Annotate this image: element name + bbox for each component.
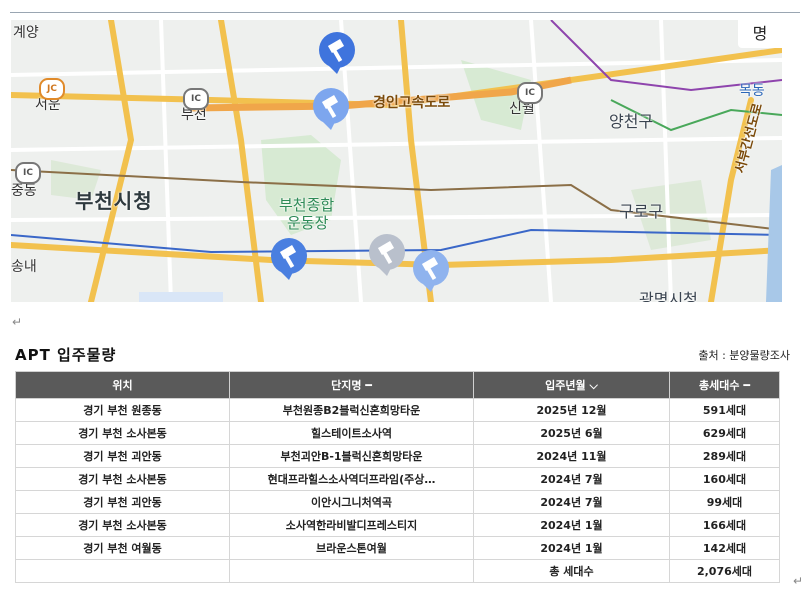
table-total-row: 총 세대수 2,076세대 <box>15 559 780 583</box>
map-label-yangcheon: 양천구 <box>609 112 654 131</box>
map-pin-gavel-icon[interactable] <box>267 236 311 280</box>
top-divider <box>10 12 800 13</box>
cell-complex[interactable]: 이안시그니처역곡 <box>229 490 474 514</box>
cell-location: 경기 부천 괴안동 <box>15 444 230 468</box>
cell-date: 2024년 1월 <box>473 536 670 560</box>
ic-badge-jungdong: IC <box>15 162 41 184</box>
cell-households: 142세대 <box>669 536 780 560</box>
total-label: 총 세대수 <box>473 559 670 583</box>
map-label-songnae: 송내 <box>11 259 37 275</box>
cell-date: 2024년 1월 <box>473 513 670 537</box>
map-label-guro: 구로구 <box>619 202 664 221</box>
cell-households: 160세대 <box>669 467 780 491</box>
table-row: 경기 부천 괴안동 부천괴안B-1블럭신혼희망타운 2024년 11월 289세… <box>15 444 780 468</box>
paragraph-return-mark: ↵ <box>793 574 802 588</box>
cell-complex[interactable]: 현대프라힐스소사역더프라임(주상… <box>229 467 474 491</box>
cell-households: 99세대 <box>669 490 780 514</box>
table-row: 경기 부천 소사본동 힐스테이트소사역 2025년 6월 629세대 <box>15 421 780 445</box>
map-label-gyeyang: 계양 <box>13 25 39 41</box>
column-header-complex[interactable]: 단지명 ━ <box>229 371 474 399</box>
map-pin-gavel-icon[interactable] <box>315 30 359 74</box>
cell-households: 591세대 <box>669 398 780 422</box>
column-header-move-in-date[interactable]: 입주년월 ⌵ <box>473 371 670 399</box>
ic-badge-bucheon: IC <box>183 88 209 110</box>
cell-location: 경기 부천 소사본동 <box>15 421 230 445</box>
cell-complex[interactable]: 부천원종B2블럭신혼희망타운 <box>229 398 474 422</box>
table-row: 경기 부천 원종동 부천원종B2블럭신혼희망타운 2025년 12월 591세대 <box>15 398 780 422</box>
cell-date: 2024년 11월 <box>473 444 670 468</box>
cell-location: 경기 부천 여월동 <box>15 536 230 560</box>
table-row: 경기 부천 소사본동 현대프라힐스소사역더프라임(주상… 2024년 7월 16… <box>15 467 780 491</box>
map-pin-gavel-icon[interactable] <box>409 248 453 292</box>
map-pin-gavel-icon[interactable] <box>309 86 353 130</box>
map-view[interactable]: 계양 서운 부천 경인고속도로 신월 양천구 목동 중동 부천시청 부천종합 운… <box>11 20 782 302</box>
cell-date: 2024년 7월 <box>473 467 670 491</box>
table-row: 경기 부천 괴안동 이안시그니처역곡 2024년 7월 99세대 <box>15 490 780 514</box>
map-label-gwangmyeong: 광명시청 <box>639 290 698 302</box>
cell-location: 경기 부천 소사본동 <box>15 467 230 491</box>
column-header-households[interactable]: 총세대수 ━ <box>669 371 780 399</box>
cell-complex[interactable]: 부천괴안B-1블럭신혼희망타운 <box>229 444 474 468</box>
column-header-location[interactable]: 위치 <box>15 371 230 399</box>
cell-location: 경기 부천 괴안동 <box>15 490 230 514</box>
map-label-stadium-2: 운동장 <box>287 214 329 232</box>
map-pin-gavel-icon[interactable] <box>365 232 409 276</box>
map-label-mokdong: 목동 <box>739 83 765 99</box>
cell-complex[interactable]: 소사역한라비발디프레스티지 <box>229 513 474 537</box>
map-label-gyeongin-expressway: 경인고속도로 <box>373 95 451 111</box>
cell-households: 289세대 <box>669 444 780 468</box>
map-corner-label: 명 <box>738 20 782 48</box>
cell-date: 2024년 7월 <box>473 490 670 514</box>
table-row: 경기 부천 여월동 브라운스톤여월 2024년 1월 142세대 <box>15 536 780 560</box>
cell-households: 629세대 <box>669 421 780 445</box>
table-header-row: 위치 단지명 ━ 입주년월 ⌵ 총세대수 ━ <box>15 371 780 399</box>
section-title: APT 입주물량 <box>15 346 117 364</box>
total-households: 2,076세대 <box>669 559 780 583</box>
table-row: 경기 부천 소사본동 소사역한라비발디프레스티지 2024년 1월 166세대 <box>15 513 780 537</box>
cell-empty <box>229 559 474 583</box>
apt-move-in-table: 위치 단지명 ━ 입주년월 ⌵ 총세대수 ━ 경기 부천 원종동 부천원종B2블… <box>15 371 780 583</box>
cell-location: 경기 부천 소사본동 <box>15 513 230 537</box>
source-note: 출처 : 분양물량조사 <box>698 349 790 362</box>
paragraph-return-mark: ↵ <box>12 315 23 329</box>
map-label-bucheon-city-hall: 부천시청 <box>75 189 153 213</box>
cell-date: 2025년 12월 <box>473 398 670 422</box>
cell-households: 166세대 <box>669 513 780 537</box>
jc-badge: JC <box>39 78 65 100</box>
ic-badge-sinwol: IC <box>517 82 543 104</box>
cell-complex[interactable]: 브라운스톤여월 <box>229 536 474 560</box>
cell-complex[interactable]: 힐스테이트소사역 <box>229 421 474 445</box>
cell-location: 경기 부천 원종동 <box>15 398 230 422</box>
cell-date: 2025년 6월 <box>473 421 670 445</box>
cell-empty <box>15 559 230 583</box>
